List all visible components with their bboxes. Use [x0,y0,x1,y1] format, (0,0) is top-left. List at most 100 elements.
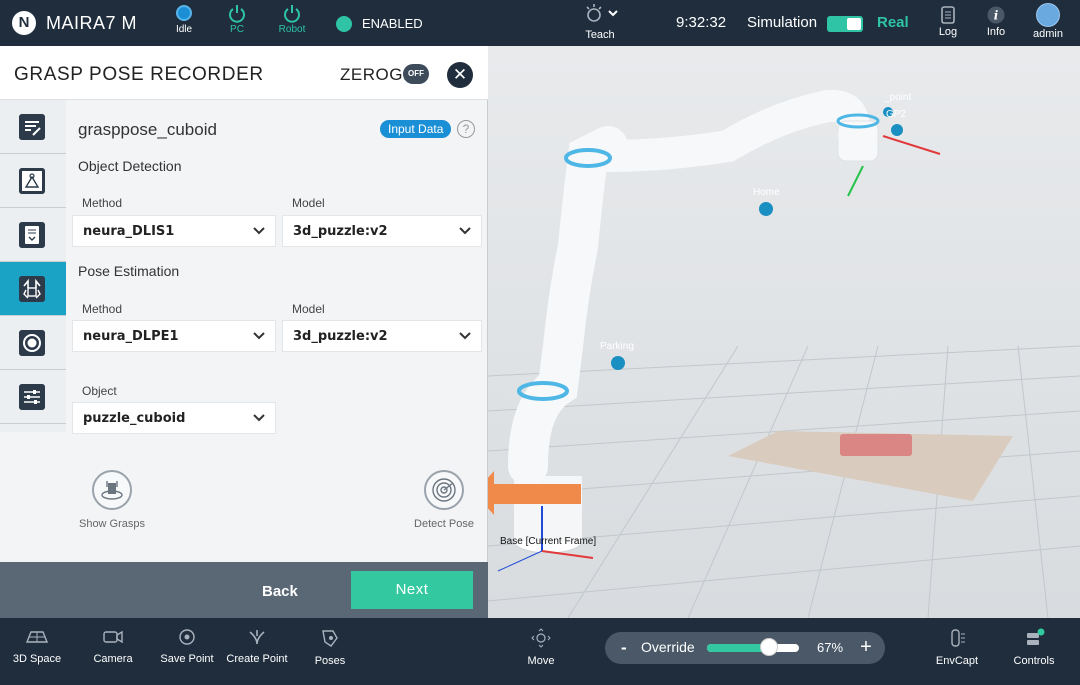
parking-point-label: Parking [600,341,634,352]
camera-button[interactable]: Camera [78,628,148,665]
zerog-toggle[interactable]: OFF [403,64,429,84]
pe-model-select[interactable]: 3d_puzzle:v2 [282,320,482,352]
panel-header: GRASP POSE RECORDER ZEROG: OFF ✕ [0,46,488,100]
idle-status-label: Idle [175,24,193,35]
parking-point[interactable] [611,356,625,370]
chevron-down-icon [253,414,265,422]
camera-icon [103,630,123,644]
override-increase-button[interactable]: + [853,636,879,662]
panel-sidebar [0,100,66,432]
show-grasps-button[interactable]: Show Grasps [72,470,152,530]
controls-icon [1027,628,1045,645]
detection-icon [19,168,45,194]
grasp-pose-recorder-panel: GRASP POSE RECORDER ZEROG: OFF ✕ grasppo… [0,46,488,618]
user-menu-button[interactable]: admin [1028,3,1068,40]
create-point-label: Create Point [226,653,288,665]
3d-space-button[interactable]: 3D Space [2,628,72,665]
robot-lower-arm [508,126,628,486]
object-select[interactable]: puzzle_cuboid [72,402,276,434]
od-method-select[interactable]: neura_DLIS1 [72,215,276,247]
gp2-point[interactable] [891,124,903,136]
home-point[interactable] [759,202,773,216]
robot-scene [488,89,1080,618]
robot-status: Robot [272,5,312,35]
poses-icon [322,630,338,647]
sidebar-item-edit[interactable] [0,100,66,154]
od-method-value: neura_DLIS1 [83,224,175,239]
sidebar-item-download[interactable] [0,208,66,262]
controls-button[interactable]: Controls [999,628,1069,667]
info-button[interactable]: i Info [976,6,1016,38]
log-button[interactable]: Log [928,6,968,38]
help-icon[interactable]: ? [457,120,475,138]
next-button[interactable]: Next [351,571,473,609]
base-frame-label: Base [Current Frame] [500,536,597,547]
bottom-toolbar: 3D Space Camera Save Point Create Point … [0,618,1080,685]
close-button[interactable]: ✕ [447,62,473,88]
override-decrease-button[interactable]: - [621,638,627,658]
zerog-label: ZEROG: [340,65,409,84]
detect-pose-button[interactable]: Detect Pose [404,470,484,530]
enabled-label: ENABLED [362,16,423,31]
od-model-select[interactable]: 3d_puzzle:v2 [282,215,482,247]
detect-pose-label: Detect Pose [414,518,474,530]
chevron-down-icon [253,332,265,340]
log-icon [941,6,955,24]
create-point-button[interactable]: Create Point [222,628,292,665]
show-grasps-icon [92,470,132,510]
override-slider[interactable] [707,638,799,656]
detected-cuboid [840,434,912,456]
od-method-label: Method [82,196,123,210]
teach-icon [586,4,618,22]
sidebar-item-detection[interactable] [0,154,66,208]
3d-space-icon [26,631,48,643]
robot-power-icon [284,5,300,23]
sidebar-item-grasp[interactable] [0,262,66,316]
teach-mode-button[interactable]: Teach [570,4,630,41]
top-bar: N MAIRA7 M Idle PC Robot ENABLED Teach 9… [0,0,1080,46]
gp2-point-label: GP2 [886,109,907,120]
log-label: Log [938,26,958,38]
simulation-real-toggle[interactable] [827,16,863,32]
save-point-button[interactable]: Save Point [152,628,222,665]
show-grasps-label: Show Grasps [78,518,146,530]
object-label: Object [82,384,117,398]
pe-method-value: neura_DLPE1 [83,329,179,344]
sidebar-item-settings[interactable] [0,370,66,424]
simulation-label: Simulation [747,14,818,31]
clock: 9:32:32 [676,14,727,31]
poses-button[interactable]: Poses [295,628,365,667]
user-label: admin [1033,28,1063,40]
move-icon [531,628,551,648]
neura-logo-icon: N [12,11,36,35]
pe-method-select[interactable]: neura_DLPE1 [72,320,276,352]
detect-pose-icon [424,470,464,510]
create-point-icon [249,630,265,645]
pe-model-value: 3d_puzzle:v2 [293,329,388,344]
camera-label: Camera [93,653,133,665]
poses-label: Poses [314,655,346,667]
recipe-name: grasppose_cuboid [78,120,217,139]
envcapt-button[interactable]: EnvCapt [922,628,992,667]
override-slider-handle[interactable] [759,638,778,656]
panel-content: grasppose_cuboid Input Data ? Object Det… [66,100,488,562]
3d-viewport[interactable]: Home Parking GP2 _point Base [Current Fr… [488,46,1080,618]
tool-x-axis [882,135,941,155]
panel-title: GRASP POSE RECORDER [14,64,264,85]
robot-status-label: Robot [278,24,306,35]
envcapt-icon [951,629,965,647]
input-data-button[interactable]: Input Data [380,120,452,138]
sidebar-item-record[interactable] [0,316,66,370]
base-x-axis [541,550,594,559]
home-point-label: Home [753,187,780,198]
download-icon [19,222,45,248]
robot-upper-arm [587,89,870,172]
object-detection-heading: Object Detection [78,158,182,174]
device-name: MAIRA7 M [46,13,138,33]
idle-status: Idle [164,5,204,35]
move-button[interactable]: Move [506,628,576,667]
object-value: puzzle_cuboid [83,411,186,426]
envcapt-label: EnvCapt [935,655,979,667]
back-button[interactable]: Back [262,583,298,600]
chevron-down-icon [253,227,265,235]
